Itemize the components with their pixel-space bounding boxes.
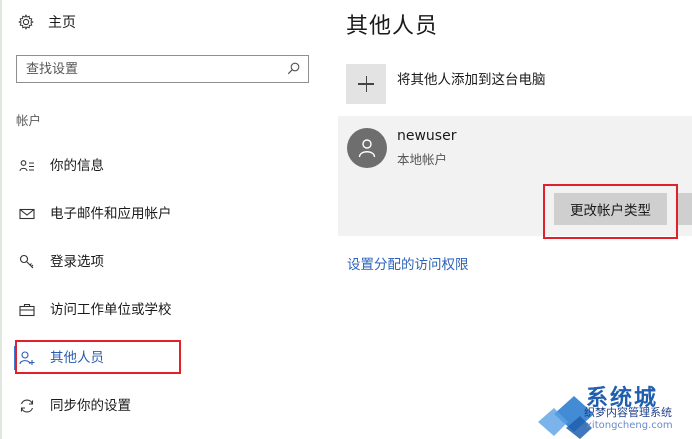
page-title: 其他人员 <box>346 14 439 39</box>
add-person-row[interactable]: 将其他人添加到这台电脑 <box>346 64 546 106</box>
account-type: 本地帐户 <box>397 152 448 167</box>
add-person-button[interactable] <box>346 64 386 104</box>
sidebar-item-work-school[interactable]: 访问工作单位或学校 <box>0 295 330 325</box>
avatar <box>347 128 387 168</box>
key-icon <box>19 254 34 269</box>
sidebar-item-label: 电子邮件和应用帐户 <box>50 206 172 222</box>
accounts-section-label: 帐户 <box>16 113 42 128</box>
sync-icon <box>20 399 34 413</box>
watermark-url: xitongcheng.com <box>586 420 673 431</box>
sidebar-item-label: 登录选项 <box>50 254 104 270</box>
search-input[interactable] <box>26 60 276 78</box>
remove-button-partial[interactable] <box>678 193 692 225</box>
annotation-highlight <box>15 340 181 374</box>
settings-sidebar: 主页 帐户 你的信息 电子邮件和应用帐户 登录选项 <box>0 0 330 439</box>
assigned-access-link[interactable]: 设置分配的访问权限 <box>347 253 469 273</box>
sidebar-item-label: 你的信息 <box>50 158 104 174</box>
briefcase-icon <box>19 303 35 317</box>
sidebar-item-label: 访问工作单位或学校 <box>50 302 172 318</box>
sidebar-item-email-accounts[interactable]: 电子邮件和应用帐户 <box>0 199 330 229</box>
account-name: newuser <box>397 128 457 144</box>
mail-icon <box>19 208 35 220</box>
sidebar-item-label: 同步你的设置 <box>50 398 131 414</box>
search-icon[interactable] <box>287 62 300 75</box>
sidebar-item-sync-settings[interactable]: 同步你的设置 <box>0 391 330 421</box>
home-label: 主页 <box>48 15 76 31</box>
sidebar-item-your-info[interactable]: 你的信息 <box>0 151 330 181</box>
home-nav-item[interactable]: 主页 <box>18 11 76 33</box>
sidebar-item-sign-in-options[interactable]: 登录选项 <box>0 247 330 277</box>
annotation-highlight <box>543 184 678 239</box>
settings-search-box[interactable] <box>16 55 309 83</box>
watermark-subtitle: 织梦内容管理系统 <box>584 406 672 419</box>
person-icon <box>358 139 376 158</box>
gear-icon <box>18 14 34 30</box>
user-info-icon <box>19 160 34 172</box>
add-person-label[interactable]: 将其他人添加到这台电脑 <box>397 68 546 88</box>
